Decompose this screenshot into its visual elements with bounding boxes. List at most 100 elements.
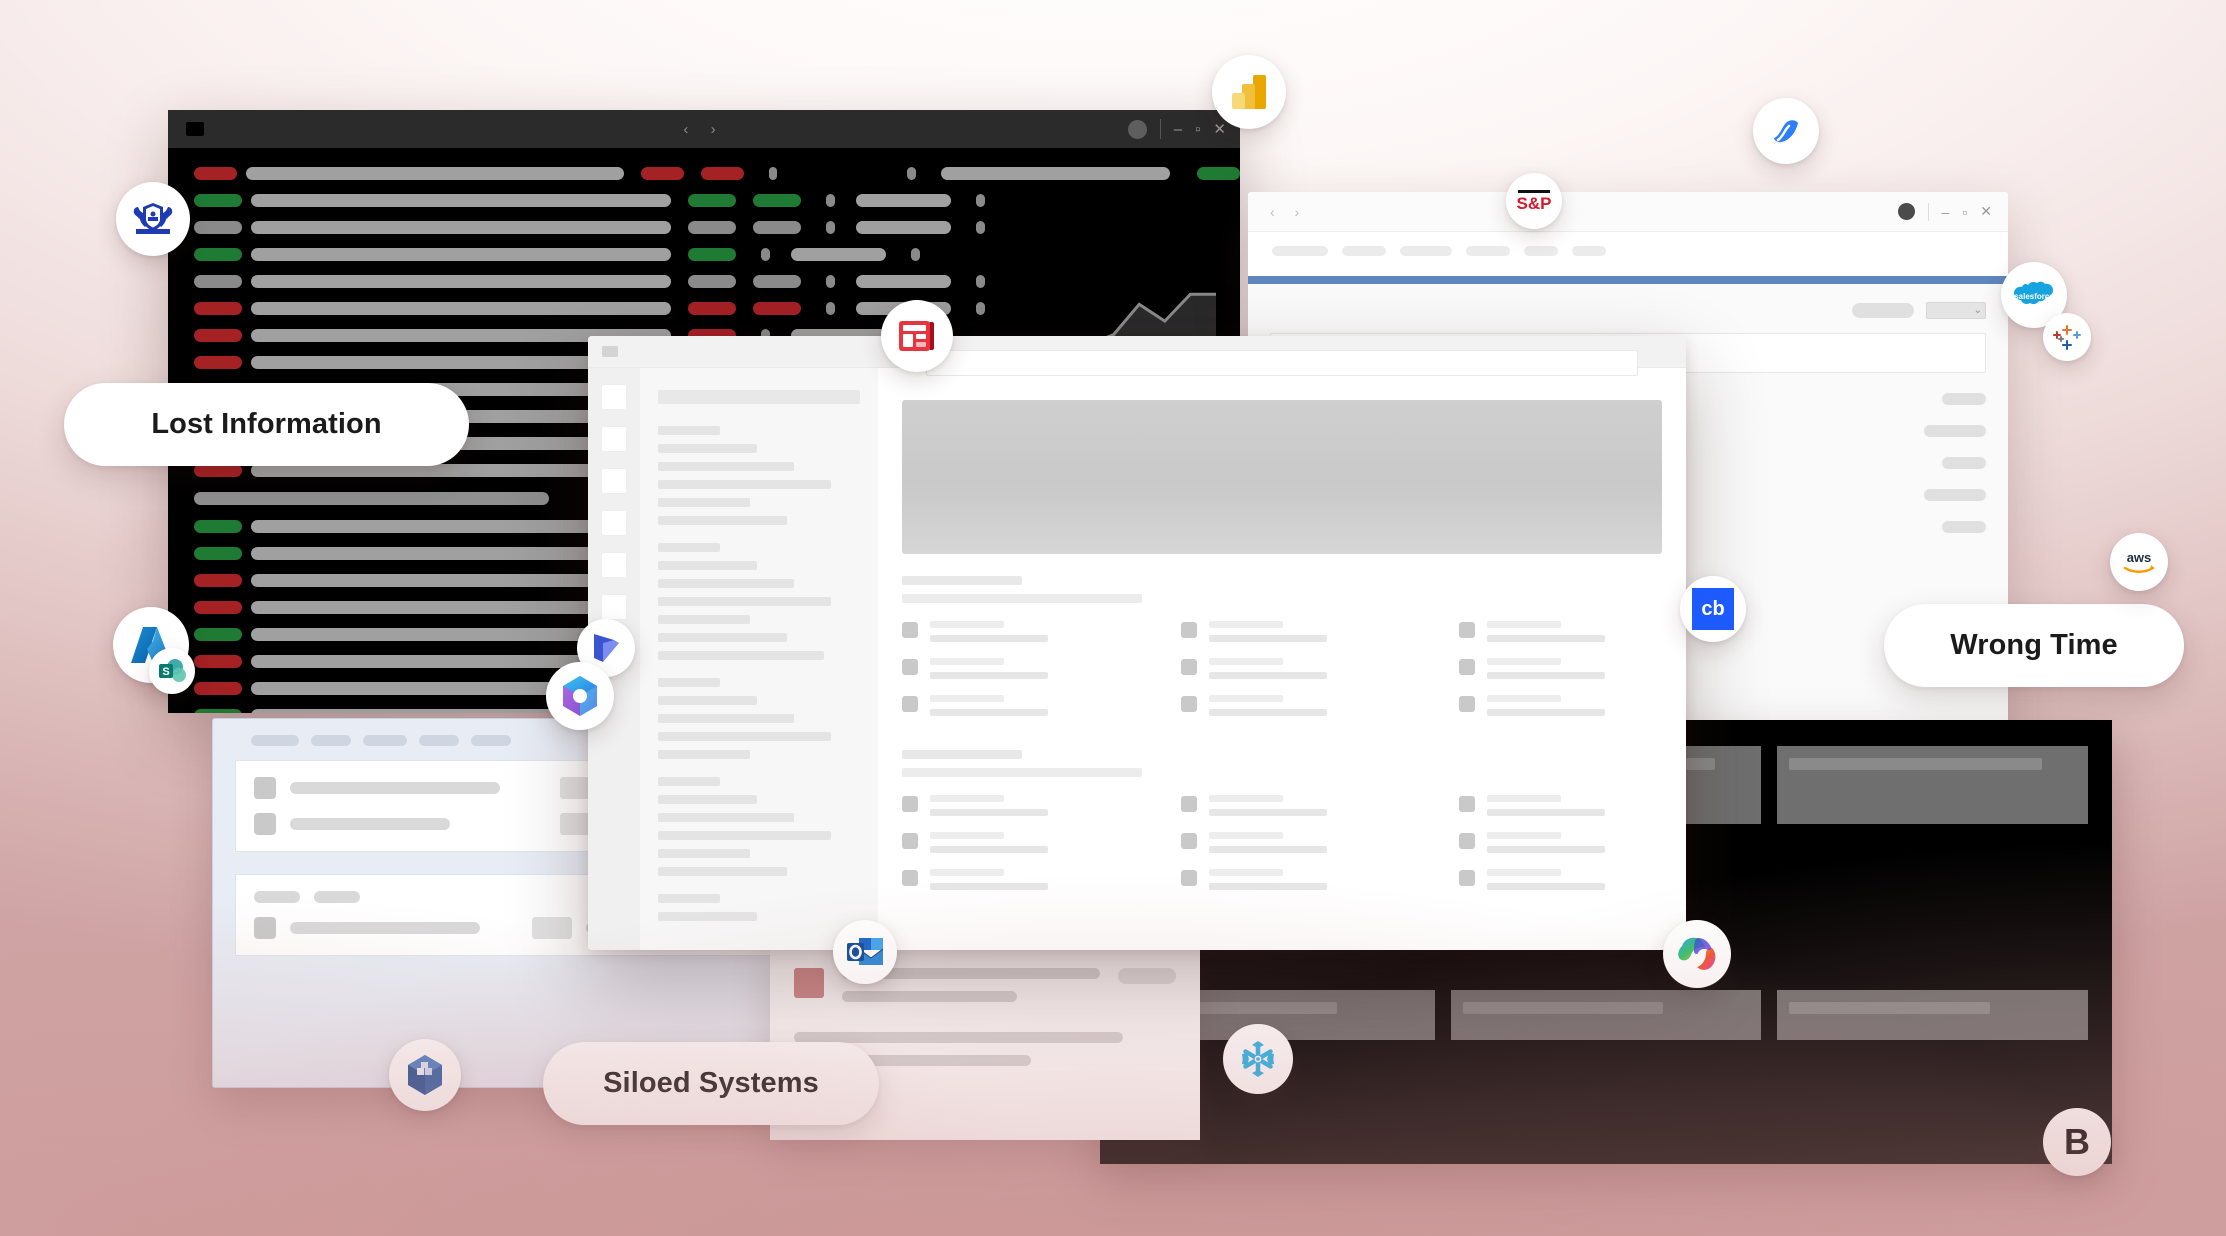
maximize-icon[interactable]: ▫ [1962,204,1967,220]
portal-rail-item[interactable] [601,426,627,452]
analytics-cell[interactable] [1777,990,2089,1040]
portal-rail-item[interactable] [601,552,627,578]
microsoft-365-icon[interactable] [546,662,614,730]
portal-window[interactable] [588,336,1686,950]
crm-tab[interactable] [471,735,511,746]
portal-list-item[interactable] [1180,869,1408,890]
crm-tab[interactable] [311,735,351,746]
portal-sidebar-item[interactable] [658,597,831,606]
portal-list-item[interactable] [1180,658,1408,679]
tableau-glyph [2053,325,2081,350]
portal-list-item[interactable] [1180,695,1408,716]
portal-list-item[interactable] [902,695,1129,716]
portal-sidebar-item[interactable] [658,696,757,705]
portal-sidebar-item[interactable] [658,462,794,471]
minimize-icon[interactable]: – [1174,121,1182,138]
portal-sidebar-item[interactable] [658,777,720,786]
portal-list-item[interactable] [1459,695,1686,716]
portal-sidebar-item[interactable] [658,651,824,660]
snowflake-icon[interactable] [1223,1024,1293,1094]
portal-rail-item[interactable] [601,510,627,536]
heraldic-crest-icon[interactable] [116,182,190,256]
portal-sidebar-item[interactable] [658,912,757,921]
close-icon[interactable]: ✕ [1213,120,1226,138]
close-icon[interactable]: ✕ [1980,203,1992,220]
records-toolbar[interactable]: ⌄ [1270,302,1986,319]
portal-sidebar-item[interactable] [658,795,757,804]
portal-rail-item[interactable] [601,594,627,620]
bloomberg-icon[interactable]: B [2043,1108,2111,1176]
power-bi-icon[interactable] [1212,55,1286,129]
portal-sidebar-item[interactable] [658,678,720,687]
aws-icon[interactable]: aws [2110,533,2168,591]
portal-list-item[interactable] [1180,795,1408,816]
minimize-icon[interactable]: – [1942,204,1950,220]
portal-sidebar-item[interactable] [658,714,794,723]
portal-list-item[interactable] [902,832,1129,853]
analytics-cell[interactable] [1450,990,1762,1040]
portal-sidebar-item[interactable] [658,543,720,552]
maximize-icon[interactable]: ▫ [1195,121,1200,138]
portal-list-item[interactable] [1459,658,1686,679]
records-tab[interactable] [1466,246,1510,256]
portal-list-item[interactable] [1459,795,1686,816]
records-nav-arrows[interactable]: ‹ › [1270,204,1307,220]
sharepoint-icon[interactable]: S [149,648,195,694]
portal-sidebar[interactable] [640,368,878,950]
portal-sidebar-item[interactable] [658,444,757,453]
portal-sidebar-item[interactable] [658,750,750,759]
records-tab[interactable] [1400,246,1452,256]
records-window-controls[interactable]: – ▫ ✕ [1897,202,1992,221]
portal-sidebar-item[interactable] [658,561,757,570]
portal-sidebar-item[interactable] [658,867,787,876]
crm-tab[interactable] [251,735,299,746]
s-and-p-global-icon[interactable]: S&P [1506,173,1562,229]
portal-sidebar-item[interactable] [658,633,787,642]
news-feed-icon[interactable] [881,300,953,372]
portal-sidebar-item[interactable] [658,516,787,525]
records-dropdown[interactable]: ⌄ [1926,302,1986,319]
portal-sidebar-item[interactable] [658,894,720,903]
portal-sidebar-item[interactable] [658,579,794,588]
records-tabbar[interactable] [1248,232,2008,256]
bing-wave-icon[interactable] [1753,98,1819,164]
cb-insights-icon[interactable]: cb [1680,576,1746,642]
portal-sidebar-item[interactable] [658,426,720,435]
analytics-block[interactable] [1777,746,2089,824]
portal-list-item[interactable] [902,795,1129,816]
crm-tab[interactable] [419,735,459,746]
portal-list-item[interactable] [902,658,1129,679]
records-tab[interactable] [1272,246,1328,256]
records-tab[interactable] [1572,246,1606,256]
tableau-icon[interactable] [2043,313,2091,361]
portal-sidebar-item[interactable] [658,615,750,624]
portal-sidebar-item[interactable] [658,831,831,840]
portal-sidebar-item[interactable] [658,732,831,741]
portal-list-item[interactable] [902,621,1129,642]
portal-sidebar-item[interactable] [658,480,831,489]
portal-rail-item[interactable] [601,468,627,494]
portal-column [1459,621,1686,732]
outlook-icon[interactable] [833,920,897,984]
terminal-avatar-icon[interactable] [1127,119,1147,139]
records-avatar-icon[interactable] [1897,203,1915,220]
portal-rail-item[interactable] [601,384,627,410]
portal-list-item[interactable] [902,869,1129,890]
copilot-icon[interactable] [1663,920,1731,988]
portal-search-bar[interactable] [926,350,1638,376]
records-tab[interactable] [1342,246,1386,256]
records-button[interactable] [1852,303,1914,318]
portal-sidebar-item[interactable] [658,498,750,507]
crm-tab[interactable] [363,735,407,746]
portal-list-item[interactable] [1180,832,1408,853]
terminal-nav-arrows[interactable]: ‹ › [168,121,1240,138]
terminal-window-controls[interactable]: – ▫ ✕ [1127,119,1226,139]
portal-list-item[interactable] [1459,869,1686,890]
records-tab[interactable] [1524,246,1558,256]
portal-list-item[interactable] [1459,832,1686,853]
portal-list-item[interactable] [1459,621,1686,642]
container-cube-icon[interactable] [389,1039,461,1111]
portal-sidebar-item[interactable] [658,813,794,822]
portal-sidebar-item[interactable] [658,849,750,858]
portal-list-item[interactable] [1180,621,1408,642]
